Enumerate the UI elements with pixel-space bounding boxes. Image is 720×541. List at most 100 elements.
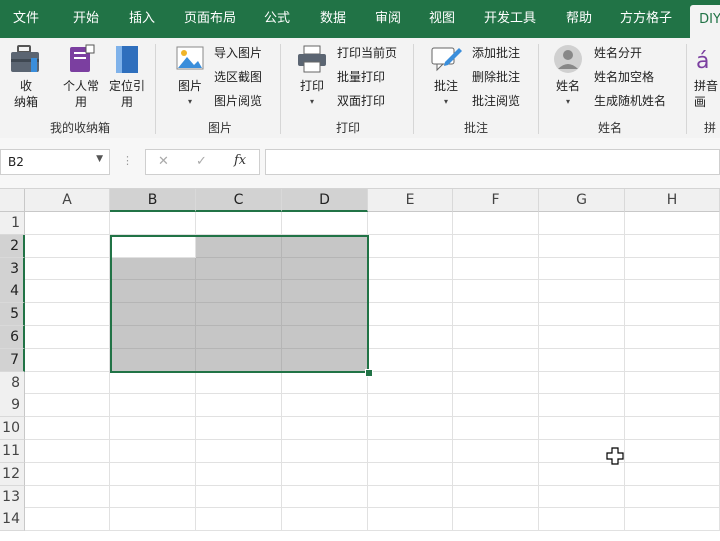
column-header-h[interactable]: H [625, 189, 720, 212]
cell-g7[interactable] [539, 348, 625, 372]
more-options-icon[interactable]: ⋮ [122, 154, 133, 167]
row-header-14[interactable]: 14 [0, 508, 25, 532]
random-name-button[interactable]: 生成随机姓名 [594, 92, 666, 110]
cell-h4[interactable] [625, 280, 720, 304]
cell-b11[interactable] [110, 440, 196, 463]
cell-d3[interactable] [282, 257, 368, 281]
cell-h12[interactable] [625, 462, 720, 486]
cell-a2[interactable] [25, 234, 110, 258]
cell-c1[interactable] [196, 212, 282, 235]
cell-e2[interactable] [368, 234, 453, 258]
cell-c7[interactable] [196, 348, 282, 372]
comment-button[interactable]: 批注 ▾ [426, 44, 466, 110]
name-add-space-button[interactable]: 姓名加空格 [594, 68, 654, 86]
column-header-b[interactable]: B [110, 189, 196, 212]
cell-a3[interactable] [25, 257, 110, 281]
cell-b5[interactable] [110, 303, 196, 326]
cell-d14[interactable] [282, 508, 368, 532]
cell-b4[interactable] [110, 280, 196, 304]
cell-a9[interactable] [25, 394, 110, 418]
cell-f5[interactable] [453, 303, 539, 326]
picture-button[interactable]: 图片 ▾ [170, 44, 210, 110]
cell-d8[interactable] [282, 371, 368, 395]
cell-f3[interactable] [453, 257, 539, 281]
cell-h10[interactable] [625, 417, 720, 440]
tab-help[interactable]: 帮助 [554, 0, 604, 38]
cell-h1[interactable] [625, 212, 720, 235]
tab-file[interactable]: 文件 [0, 0, 52, 38]
region-screenshot-button[interactable]: 选区截图 [214, 68, 262, 86]
cell-h11[interactable] [625, 440, 720, 463]
cell-h6[interactable] [625, 326, 720, 349]
print-button[interactable]: 打印 ▾ [292, 44, 332, 110]
cell-e5[interactable] [368, 303, 453, 326]
select-all-corner[interactable] [0, 189, 25, 212]
cell-c14[interactable] [196, 508, 282, 532]
cell-h3[interactable] [625, 257, 720, 281]
cell-h13[interactable] [625, 485, 720, 509]
cell-f7[interactable] [453, 348, 539, 372]
cell-f2[interactable] [453, 234, 539, 258]
cancel-icon[interactable]: ✕ [158, 154, 169, 169]
cell-e1[interactable] [368, 212, 453, 235]
split-name-button[interactable]: 姓名分开 [594, 44, 642, 62]
cell-f14[interactable] [453, 508, 539, 532]
row-header-7[interactable]: 7 [0, 348, 25, 372]
cell-g14[interactable] [539, 508, 625, 532]
tab-view[interactable]: 视图 [416, 0, 468, 38]
cell-b2[interactable] [110, 234, 196, 258]
cell-a5[interactable] [25, 303, 110, 326]
row-header-12[interactable]: 12 [0, 462, 25, 486]
column-header-c[interactable]: C [196, 189, 282, 212]
cell-f1[interactable] [453, 212, 539, 235]
cell-g13[interactable] [539, 485, 625, 509]
cell-f9[interactable] [453, 394, 539, 418]
row-header-10[interactable]: 10 [0, 417, 25, 441]
column-header-d[interactable]: D [282, 189, 368, 212]
cell-a10[interactable] [25, 417, 110, 440]
cell-a11[interactable] [25, 440, 110, 463]
cell-b13[interactable] [110, 485, 196, 509]
cell-e7[interactable] [368, 348, 453, 372]
cell-g1[interactable] [539, 212, 625, 235]
cell-g2[interactable] [539, 234, 625, 258]
cell-c6[interactable] [196, 326, 282, 349]
column-header-e[interactable]: E [368, 189, 453, 212]
cell-g10[interactable] [539, 417, 625, 440]
insert-function-icon[interactable]: fx [234, 153, 246, 168]
cell-e6[interactable] [368, 326, 453, 349]
cell-a14[interactable] [25, 508, 110, 532]
cell-h14[interactable] [625, 508, 720, 532]
tab-data[interactable]: 数据 [306, 0, 360, 38]
cell-e13[interactable] [368, 485, 453, 509]
cell-d10[interactable] [282, 417, 368, 440]
cell-f10[interactable] [453, 417, 539, 440]
column-header-a[interactable]: A [25, 189, 110, 212]
cell-b1[interactable] [110, 212, 196, 235]
column-header-g[interactable]: G [539, 189, 625, 212]
fill-handle[interactable] [365, 368, 373, 377]
pinyin-button[interactable]: á 拼音 画 [694, 44, 720, 110]
cell-c12[interactable] [196, 462, 282, 486]
cell-c9[interactable] [196, 394, 282, 418]
comment-view-button[interactable]: 批注阅览 [472, 92, 520, 110]
cell-e9[interactable] [368, 394, 453, 418]
cell-d4[interactable] [282, 280, 368, 304]
tab-review[interactable]: 审阅 [362, 0, 414, 38]
cell-b7[interactable] [110, 348, 196, 372]
cell-b14[interactable] [110, 508, 196, 532]
cell-e11[interactable] [368, 440, 453, 463]
cell-a1[interactable] [25, 212, 110, 235]
cell-d9[interactable] [282, 394, 368, 418]
cell-e3[interactable] [368, 257, 453, 281]
delete-comment-button[interactable]: 删除批注 [472, 68, 520, 86]
cell-c3[interactable] [196, 257, 282, 281]
collect-box-button[interactable]: 收 纳箱 [6, 44, 46, 110]
add-comment-button[interactable]: 添加批注 [472, 44, 520, 62]
cell-b3[interactable] [110, 257, 196, 281]
row-header-9[interactable]: 9 [0, 394, 25, 418]
cell-c8[interactable] [196, 371, 282, 395]
row-header-2[interactable]: 2 [0, 234, 25, 258]
row-header-6[interactable]: 6 [0, 326, 25, 349]
cell-d2[interactable] [282, 234, 368, 258]
